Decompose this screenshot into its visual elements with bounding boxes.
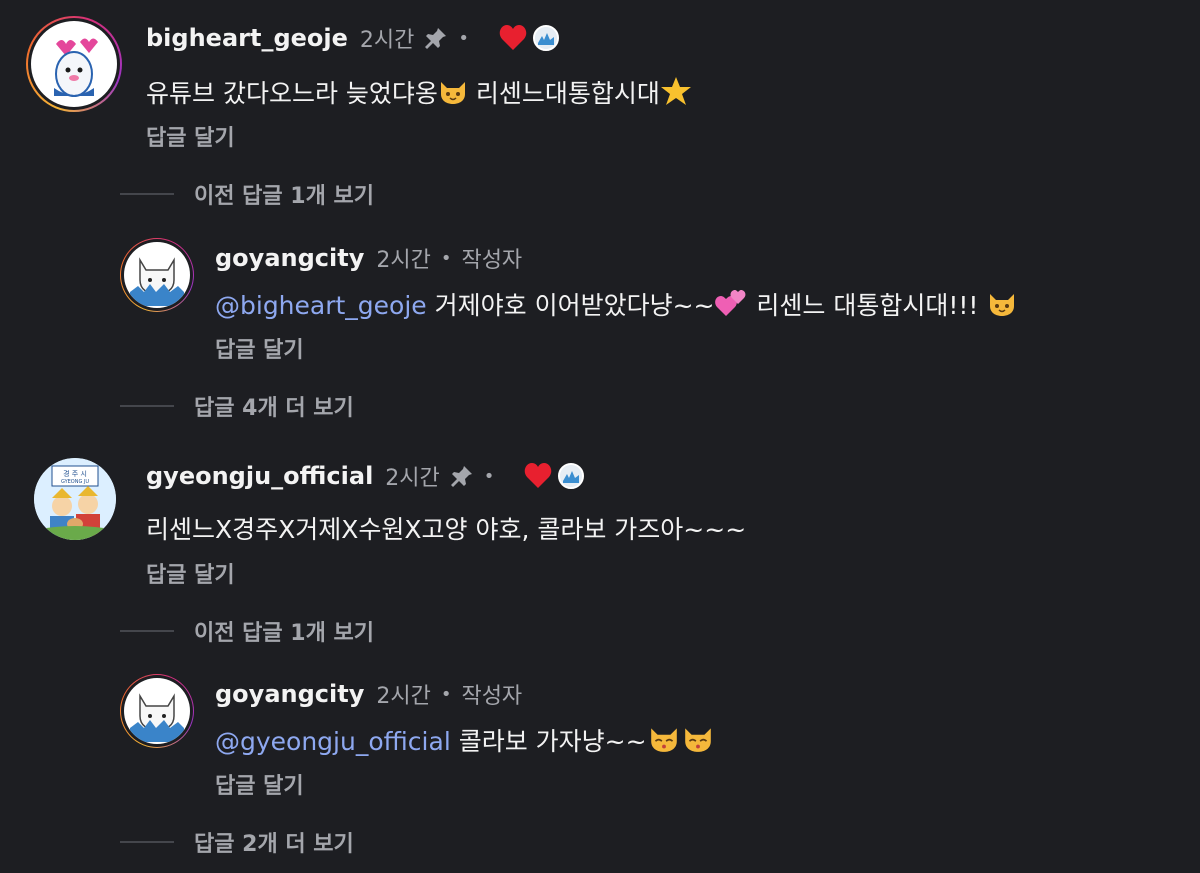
- avatar-sign-text: 경 주 시: [63, 469, 87, 478]
- timestamp: 2시간: [376, 684, 431, 709]
- comment-text: 유튜브 갔다오느라 늦었댜옹 리센느대통합시대: [146, 74, 692, 112]
- thread-divider: [120, 193, 174, 195]
- cat-mascot-icon: [126, 244, 188, 306]
- view-more-replies-label: 답글 4개 더 보기: [194, 396, 354, 421]
- author-badge: 작성자: [461, 248, 523, 273]
- view-previous-replies-label: 이전 답글 1개 보기: [194, 184, 374, 209]
- star-icon: [660, 76, 692, 112]
- username[interactable]: gyeongju_official: [146, 462, 373, 490]
- cat-mascot-icon: [126, 680, 188, 742]
- thread-divider: [120, 630, 174, 632]
- city-mascot-icon: 경 주 시 GYEONG JU: [34, 458, 116, 540]
- view-more-replies[interactable]: 답글 4개 더 보기: [120, 390, 354, 422]
- avatar-goyangcity[interactable]: [120, 238, 194, 312]
- reply-body: 콜라보 가자냥~~: [450, 727, 647, 756]
- reply-button[interactable]: 답글 달기: [146, 557, 235, 589]
- username[interactable]: goyangcity: [215, 680, 364, 708]
- cat-face-icon: [438, 76, 468, 112]
- mention-link[interactable]: @gyeongju_official: [215, 727, 451, 756]
- reply-button[interactable]: 답글 달기: [215, 768, 304, 800]
- pin-icon: [424, 26, 448, 50]
- separator-dot: •: [440, 247, 452, 269]
- comment-meta: gyeongju_official 2시간 •: [146, 460, 585, 492]
- reply-button[interactable]: 답글 달기: [146, 120, 235, 152]
- mention-link[interactable]: @bigheart_geoje: [215, 291, 427, 320]
- username[interactable]: goyangcity: [215, 244, 364, 272]
- creator-heart-icon: [499, 25, 527, 51]
- timestamp: 2시간: [359, 28, 415, 53]
- comment-body: 유튜브 갔다오느라 늦었댜옹: [146, 79, 438, 108]
- comment-body-tail: 리센느대통합시대: [467, 79, 660, 108]
- reply-body-tail: 리센느 대통합시대!!!: [748, 291, 987, 320]
- avatar-goyangcity[interactable]: [120, 674, 194, 748]
- author-badge: 작성자: [461, 684, 523, 709]
- thread-divider: [120, 841, 174, 843]
- thread-divider: [120, 405, 174, 407]
- comment-text: 리센느X경주X거제X수원X고양 야호, 콜라보 가즈아~~~: [146, 510, 746, 546]
- cat-face-icon: [986, 288, 1018, 324]
- reply-meta: goyangcity 2시간 • 작성자: [215, 242, 522, 274]
- kissing-cat-icon: [681, 722, 715, 760]
- comment-meta: bigheart_geoje 2시간 •: [146, 22, 560, 54]
- kissing-cat-icon: [647, 722, 681, 760]
- reply-body: 거제야호 이어받았다냥~~: [426, 291, 715, 320]
- separator-dot: •: [458, 27, 470, 49]
- mascot-icon: [34, 24, 114, 104]
- separator-dot: •: [483, 465, 495, 487]
- two-hearts-icon: [714, 288, 748, 324]
- reply-text: @gyeongju_official 콜라보 가자냥~~: [215, 722, 715, 760]
- separator-dot: •: [440, 683, 452, 705]
- view-previous-replies[interactable]: 이전 답글 1개 보기: [120, 615, 374, 647]
- reply-button[interactable]: 답글 달기: [215, 332, 304, 364]
- username[interactable]: bigheart_geoje: [146, 24, 348, 52]
- creator-heart-icon: [524, 463, 552, 489]
- view-more-replies[interactable]: 답글 2개 더 보기: [120, 826, 354, 858]
- avatar-sign-sub: GYEONG JU: [61, 479, 89, 485]
- view-more-replies-label: 답글 2개 더 보기: [194, 832, 354, 857]
- view-previous-replies-label: 이전 답글 1개 보기: [194, 621, 374, 646]
- pin-icon: [450, 464, 474, 488]
- timestamp: 2시간: [376, 248, 431, 273]
- avatar-gyeongju-official[interactable]: 경 주 시 GYEONG JU: [34, 458, 116, 540]
- avatar-bigheart-geoje[interactable]: [26, 16, 122, 112]
- creator-avatar-icon: [533, 25, 560, 51]
- view-previous-replies[interactable]: 이전 답글 1개 보기: [120, 178, 374, 210]
- reply-meta: goyangcity 2시간 • 작성자: [215, 678, 522, 710]
- timestamp: 2시간: [385, 466, 440, 491]
- reply-text: @bigheart_geoje 거제야호 이어받았다냥~~ 리센느 대통합시대!…: [215, 286, 1018, 324]
- comment-body: 리센느X경주X거제X수원X고양 야호, 콜라보 가즈아~~~: [146, 515, 747, 544]
- creator-avatar-icon: [558, 463, 585, 489]
